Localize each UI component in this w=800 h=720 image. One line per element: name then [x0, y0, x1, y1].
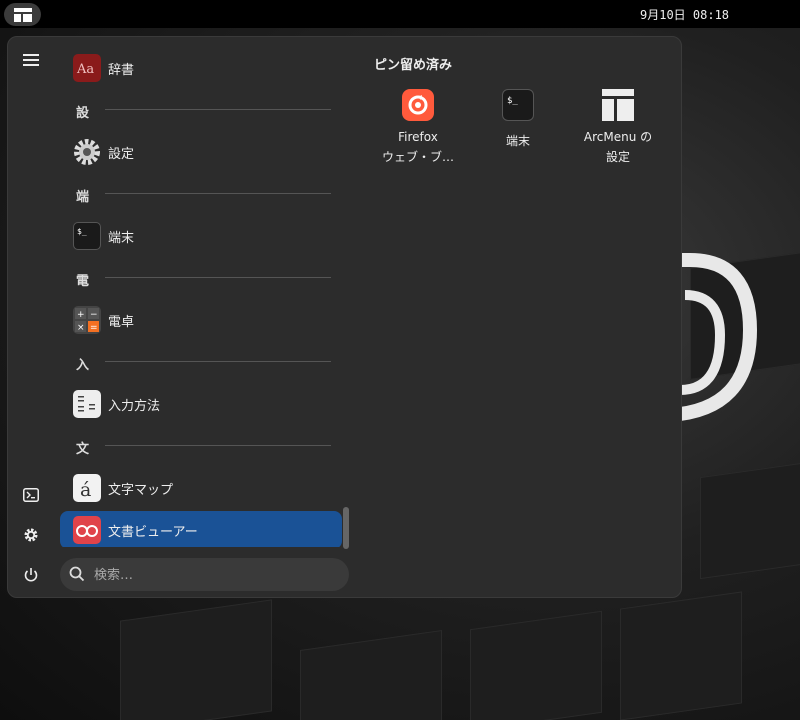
section-header: 電 [76, 274, 90, 289]
terminal-app-icon: $_ [73, 222, 101, 250]
document-viewer-icon [73, 516, 101, 544]
app-list-scrollbar[interactable] [343, 507, 349, 549]
svg-text:Aa: Aa [76, 62, 94, 76]
settings-app-icon [73, 138, 101, 166]
power-icon [24, 568, 38, 582]
wallpaper-tile [620, 591, 742, 720]
arcmenu-button[interactable] [4, 3, 41, 26]
app-list[interactable]: Aa 辞書 設 設定 端 $_ 端末 電 + − × = 電卓 入 入力方法 文… [60, 37, 350, 547]
wallpaper-tile [470, 610, 602, 720]
app-document-viewer[interactable]: 文書ビューアー [60, 511, 342, 547]
pinned-arcmenu-settings[interactable]: ArcMenu の 設定 [572, 89, 664, 167]
clock[interactable]: 9月10日 08:18 [640, 6, 729, 23]
app-label: 設定 [108, 146, 135, 162]
top-bar: 9月10日 08:18 [0, 0, 800, 28]
settings-shortcut-button[interactable] [18, 522, 44, 548]
svg-text:$_: $_ [507, 96, 518, 106]
svg-text:á: á [80, 479, 91, 500]
pinned-label: ArcMenu の 設定 [583, 130, 653, 164]
app-input-method[interactable]: 入力方法 [60, 385, 342, 423]
app-settings[interactable]: 設定 [60, 133, 342, 171]
svg-text:+: + [77, 310, 85, 320]
svg-text:$_: $_ [77, 227, 87, 236]
app-calculator[interactable]: + − × = 電卓 [60, 301, 342, 339]
app-label: 端末 [108, 230, 135, 246]
app-label: 電卓 [108, 314, 135, 330]
svg-text:×: × [77, 323, 85, 333]
charmap-icon: á [73, 474, 101, 502]
terminal-shortcut-button[interactable] [18, 482, 44, 508]
pinned-section: ピン留め済み Firefox ウェブ・ブ… $_ 端末 ArcMenu の 設定 [368, 37, 678, 577]
gear-icon [24, 528, 38, 542]
pinned-label: Firefox ウェブ・ブ… [381, 130, 454, 164]
pinned-firefox[interactable]: Firefox ウェブ・ブ… [372, 89, 464, 167]
terminal-icon [23, 488, 39, 502]
section-divider [105, 109, 331, 110]
firefox-icon [402, 89, 434, 121]
section-divider [105, 277, 331, 278]
arcmenu-settings-icon [602, 89, 634, 121]
hamburger-icon [23, 54, 39, 66]
app-charmap[interactable]: á 文字マップ [60, 469, 342, 507]
wallpaper-tile [120, 599, 272, 720]
wallpaper-tile [700, 462, 800, 580]
wallpaper-tile [300, 630, 442, 720]
section-divider [105, 193, 331, 194]
hamburger-button[interactable] [18, 47, 44, 73]
app-label: 文字マップ [108, 482, 174, 498]
search-input[interactable] [92, 564, 336, 586]
arcmenu-icon [13, 7, 32, 22]
section-header: 設 [76, 106, 90, 121]
app-dictionary[interactable]: Aa 辞書 [60, 49, 342, 87]
input-method-icon [73, 390, 101, 418]
section-divider [105, 361, 331, 362]
dictionary-icon: Aa [73, 54, 101, 82]
search-icon [69, 566, 85, 582]
app-label: 辞書 [108, 62, 135, 78]
app-menu: Aa 辞書 設 設定 端 $_ 端末 電 + − × = 電卓 入 入力方法 文… [7, 36, 682, 598]
app-terminal[interactable]: $_ 端末 [60, 217, 342, 255]
section-header: 端 [76, 190, 90, 205]
calculator-icon: + − × = [73, 306, 101, 334]
section-header: 文 [76, 442, 90, 457]
terminal-app-icon: $_ [502, 89, 534, 121]
pinned-terminal[interactable]: $_ 端末 [472, 89, 564, 151]
power-button[interactable] [18, 562, 44, 588]
section-header: 入 [76, 358, 90, 373]
svg-text:−: − [90, 310, 98, 320]
pinned-title: ピン留め済み [374, 58, 453, 73]
app-label: 入力方法 [108, 398, 161, 414]
search-box[interactable] [60, 558, 349, 591]
section-divider [105, 445, 331, 446]
pinned-label: 端末 [505, 134, 530, 148]
app-label: 文書ビューアー [108, 524, 198, 540]
svg-text:=: = [90, 323, 98, 333]
left-rail [8, 37, 58, 597]
